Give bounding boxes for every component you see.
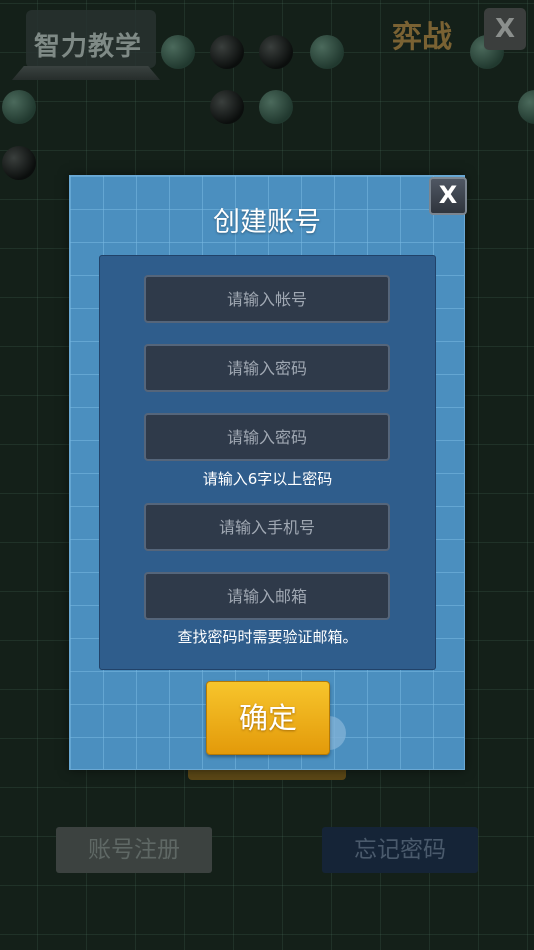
logo-base <box>12 66 160 80</box>
logo-text: 智力教学 <box>34 32 143 62</box>
register-account-button[interactable]: 账号注册 <box>56 827 212 873</box>
confirm-password-input[interactable] <box>144 413 390 461</box>
battle-title: 弈战 <box>392 20 452 55</box>
background-close-button[interactable]: X <box>484 8 526 50</box>
dialog-title: 创建账号 <box>213 207 321 238</box>
confirm-button[interactable]: 确定 <box>206 681 330 755</box>
account-input[interactable] <box>144 275 390 323</box>
board-stone <box>210 90 244 124</box>
board-stone <box>161 35 195 69</box>
password-input[interactable] <box>144 344 390 392</box>
password-hint: 请输入6字以上密码 <box>202 470 333 488</box>
board-stone <box>2 90 36 124</box>
dialog-close-button[interactable]: X <box>429 177 467 215</box>
create-account-dialog: 创建账号 X 请输入6字以上密码 查找密码时需要验证邮箱。 确定 <box>69 175 467 770</box>
board-stone <box>259 90 293 124</box>
board-stone <box>518 90 534 124</box>
board-stone <box>259 35 293 69</box>
registration-form: 请输入6字以上密码 查找密码时需要验证邮箱。 <box>99 255 436 670</box>
phone-input[interactable] <box>144 503 390 551</box>
board-stone <box>210 35 244 69</box>
forgot-password-button[interactable]: 忘记密码 <box>322 827 478 873</box>
board-stone <box>2 146 36 180</box>
email-input[interactable] <box>144 572 390 620</box>
logo-banner: 智力教学 <box>12 10 160 82</box>
email-hint: 查找密码时需要验证邮箱。 <box>177 628 358 646</box>
board-stone <box>310 35 344 69</box>
